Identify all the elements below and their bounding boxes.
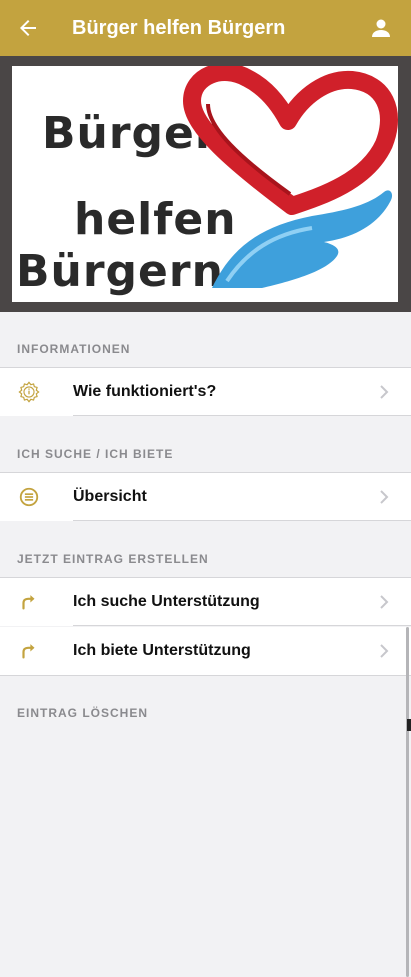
- divider: [73, 520, 411, 521]
- chevron-right-icon: [380, 595, 389, 609]
- menu-item-label: Ich suche Unterstützung: [73, 593, 260, 610]
- section-jetzt-eintrag-erstellen: JETZT EINTRAG ERSTELLEN: [17, 552, 209, 566]
- share-arrow-icon: [22, 644, 35, 659]
- heart-hand-icon: [183, 66, 398, 288]
- info-badge-icon: [18, 381, 40, 403]
- chevron-right-icon: [380, 385, 389, 399]
- chevron-right-icon: [380, 644, 389, 658]
- section-eintrag-loeschen: EINTRAG LÖSCHEN: [17, 706, 149, 720]
- page-title: Bürger helfen Bürgern: [72, 17, 286, 39]
- section-ich-suche-ich-biete: ICH SUCHE / ICH BIETE: [17, 447, 174, 461]
- banner: Bürger helfen Bürgern: [0, 56, 411, 312]
- divider: [73, 625, 411, 626]
- screen-corner: [407, 719, 411, 731]
- list-icon: [19, 487, 39, 507]
- share-arrow-icon: [22, 595, 35, 610]
- menu-item-label: Übersicht: [73, 488, 147, 505]
- menu-item-wie-funktionierts[interactable]: Wie funktioniert's?: [0, 368, 411, 416]
- divider: [73, 415, 411, 416]
- menu-list: INFORMATIONEN Wie funktioniert's? ICH SU…: [0, 312, 411, 977]
- divider: [0, 675, 411, 676]
- arrow-left-icon[interactable]: [16, 16, 40, 40]
- menu-item-uebersicht[interactable]: Übersicht: [0, 473, 411, 521]
- scrollbar[interactable]: [406, 627, 409, 977]
- chevron-right-icon: [380, 490, 389, 504]
- section-informationen: INFORMATIONEN: [17, 342, 131, 356]
- menu-item-label: Wie funktioniert's?: [73, 383, 217, 400]
- menu-item-label: Ich biete Unterstützung: [73, 642, 251, 659]
- person-icon[interactable]: [369, 16, 393, 40]
- app-bar: Bürger helfen Bürgern: [0, 0, 411, 56]
- menu-item-ich-biete-unterstuetzung[interactable]: Ich biete Unterstützung: [0, 627, 411, 676]
- menu-item-ich-suche-unterstuetzung[interactable]: Ich suche Unterstützung: [0, 578, 411, 626]
- logo: Bürger helfen Bürgern: [12, 66, 398, 302]
